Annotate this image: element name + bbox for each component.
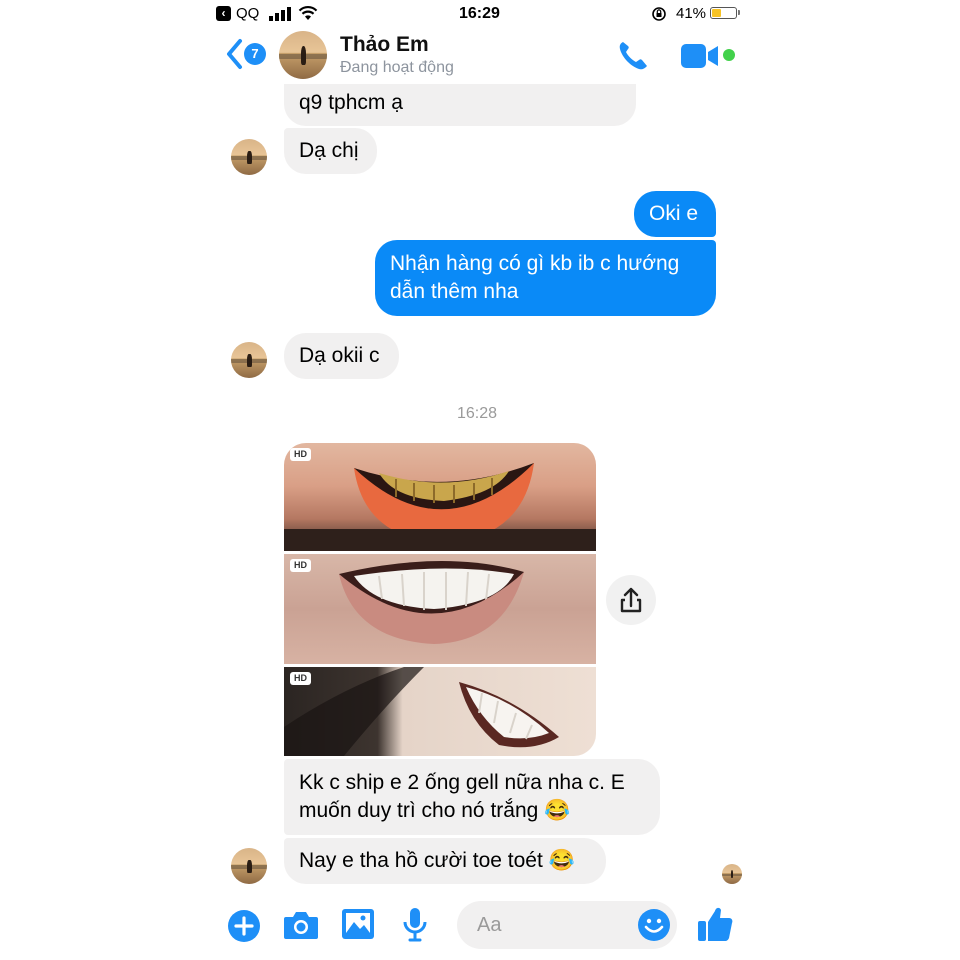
sender-avatar[interactable] <box>231 848 267 884</box>
message-text: Dạ chị <box>299 139 359 162</box>
chat-header: 7 Thảo Em Đang hoạt động <box>211 28 749 84</box>
battery-tip <box>738 10 740 15</box>
back-app-label: QQ <box>236 5 260 22</box>
message-input-placeholder: Aa <box>477 914 502 936</box>
share-button[interactable] <box>606 575 656 625</box>
message-bubble[interactable]: Kk c ship e 2 ống gell nữa nha c. E muốn… <box>284 759 660 835</box>
contact-status: Đang hoạt động <box>340 59 454 76</box>
plus-icon[interactable] <box>227 909 261 943</box>
emoji-icon[interactable] <box>637 908 671 942</box>
photo-smile-side[interactable]: HD <box>284 667 596 756</box>
unread-badge[interactable]: 7 <box>244 43 266 65</box>
timestamp: 16:28 <box>457 405 498 422</box>
message-bubble[interactable]: Nhận hàng có gì kb ib c hướng dẫn thêm n… <box>375 240 716 316</box>
teeth-before-icon <box>284 463 596 551</box>
microphone-icon[interactable] <box>402 907 428 943</box>
left-margin <box>0 0 211 960</box>
back-to-app-icon[interactable]: ‹ <box>216 6 231 21</box>
thumbs-up-icon[interactable] <box>697 905 733 943</box>
smile-side-icon <box>284 667 559 756</box>
signal-icon <box>269 7 291 21</box>
sender-avatar[interactable] <box>231 139 267 175</box>
message-text: Nay e tha hồ cười toe toét 😂 <box>299 849 575 872</box>
message-bubble[interactable]: Dạ okii c <box>284 333 399 379</box>
teeth-after-icon <box>339 560 524 644</box>
photo-teeth-after[interactable]: HD <box>284 554 596 664</box>
message-composer: Aa <box>211 896 749 960</box>
camera-icon[interactable] <box>283 910 319 940</box>
message-text: q9 tphcm ạ <box>299 91 403 114</box>
message-bubble[interactable]: Oki e <box>634 191 716 237</box>
phone-screen: ‹ QQ 16:29 41% 7 Thảo Em Đang hoạt động … <box>211 0 749 960</box>
right-margin <box>749 0 960 960</box>
message-text-line: Nhận hàng có gì kb ib c hướng <box>390 252 680 275</box>
message-text-line: Kk c ship e 2 ống gell nữa nha c. E <box>299 771 625 794</box>
gallery-icon[interactable] <box>341 908 375 940</box>
message-input[interactable]: Aa <box>457 901 677 949</box>
hd-badge: HD <box>290 448 311 461</box>
battery-icon <box>710 7 737 19</box>
clock: 16:29 <box>459 5 500 22</box>
message-text: Oki e <box>649 202 699 225</box>
wifi-icon <box>298 6 318 20</box>
rotation-lock-icon <box>652 7 666 21</box>
contact-avatar[interactable] <box>279 31 327 79</box>
message-bubble[interactable]: Nay e tha hồ cười toe toét 😂 <box>284 838 606 884</box>
message-text-line: dẫn thêm nha <box>390 280 519 303</box>
hd-badge: HD <box>290 672 311 685</box>
back-chevron-icon[interactable] <box>225 38 243 70</box>
share-icon <box>620 587 642 613</box>
battery-percent: 41% <box>676 5 707 22</box>
online-indicator <box>723 49 735 61</box>
message-bubble[interactable]: Dạ chị <box>284 128 377 174</box>
sender-avatar[interactable] <box>231 342 267 378</box>
message-text-line: muốn duy trì cho nó trắng 😂 <box>299 799 571 822</box>
photo-teeth-before[interactable]: HD <box>284 443 596 551</box>
phone-call-icon[interactable] <box>616 39 652 73</box>
video-call-icon[interactable] <box>681 43 721 69</box>
hd-badge: HD <box>290 559 311 572</box>
read-receipt-avatar <box>722 864 742 884</box>
message-text: Dạ okii c <box>299 344 380 367</box>
status-bar: ‹ QQ 16:29 41% <box>211 0 749 28</box>
contact-name[interactable]: Thảo Em <box>340 33 429 57</box>
